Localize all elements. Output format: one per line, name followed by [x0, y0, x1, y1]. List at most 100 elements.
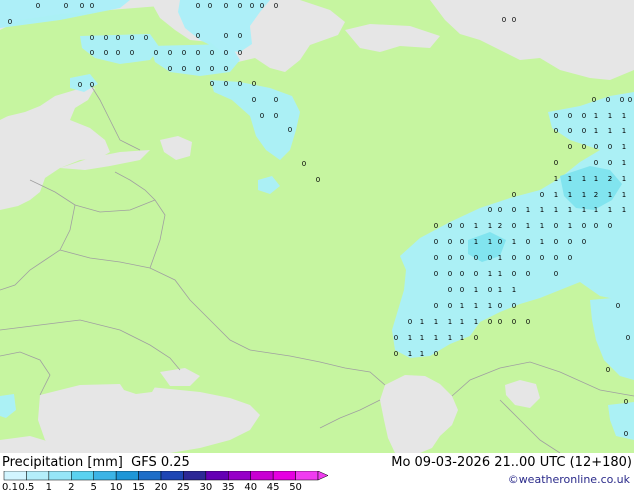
svg-text:1: 1	[474, 222, 478, 230]
svg-text:0: 0	[554, 127, 558, 135]
legend-tick-label: 2	[68, 482, 75, 493]
svg-text:0: 0	[130, 49, 134, 57]
credit-link[interactable]: ©weatheronline.co.uk	[508, 473, 630, 486]
svg-text:1: 1	[582, 191, 586, 199]
svg-text:1: 1	[448, 318, 452, 326]
svg-text:0: 0	[526, 318, 530, 326]
svg-text:1: 1	[420, 318, 424, 326]
svg-text:1: 1	[540, 238, 544, 246]
svg-text:0: 0	[196, 32, 200, 40]
svg-text:0: 0	[36, 2, 40, 10]
legend-overflow-arrow	[317, 471, 329, 481]
svg-text:0: 0	[210, 80, 214, 88]
svg-text:0: 0	[512, 302, 516, 310]
svg-text:0: 0	[594, 143, 598, 151]
map-footer: Precipitation [mm] GFS 0.25 Mo 09-03-202…	[0, 453, 634, 493]
svg-text:0: 0	[252, 80, 256, 88]
svg-text:0: 0	[394, 350, 398, 358]
svg-text:1: 1	[594, 127, 598, 135]
svg-text:0: 0	[592, 96, 596, 104]
svg-text:0: 0	[554, 254, 558, 262]
legend-swatch	[26, 471, 50, 481]
svg-text:0: 0	[144, 34, 148, 42]
svg-text:0: 0	[130, 34, 134, 42]
svg-text:0: 0	[512, 16, 516, 24]
svg-text:0: 0	[196, 65, 200, 73]
svg-text:1: 1	[622, 112, 626, 120]
svg-text:1: 1	[408, 334, 412, 342]
valid-time: Mo 09-03-2026 21..00 UTC (12+180)	[391, 455, 632, 470]
svg-text:0: 0	[224, 65, 228, 73]
svg-text:1: 1	[622, 206, 626, 214]
svg-text:0: 0	[460, 238, 464, 246]
svg-text:0: 0	[512, 254, 516, 262]
svg-text:0: 0	[196, 49, 200, 57]
svg-text:0: 0	[460, 254, 464, 262]
legend-swatch	[272, 471, 296, 481]
svg-text:0: 0	[498, 206, 502, 214]
svg-text:0: 0	[168, 49, 172, 57]
svg-text:0: 0	[210, 49, 214, 57]
svg-text:1: 1	[420, 334, 424, 342]
svg-text:0: 0	[626, 334, 630, 342]
map-title: Precipitation [mm] GFS 0.25	[2, 455, 190, 470]
svg-text:0: 0	[64, 2, 68, 10]
legend-swatch	[93, 471, 117, 481]
svg-text:1: 1	[488, 302, 492, 310]
svg-text:0: 0	[620, 96, 624, 104]
svg-text:0: 0	[448, 254, 452, 262]
svg-text:0: 0	[606, 96, 610, 104]
svg-text:1: 1	[540, 206, 544, 214]
svg-text:0: 0	[526, 238, 530, 246]
svg-text:1: 1	[488, 238, 492, 246]
svg-text:0: 0	[568, 143, 572, 151]
svg-text:1: 1	[512, 238, 516, 246]
svg-text:0: 0	[434, 302, 438, 310]
svg-text:0: 0	[512, 318, 516, 326]
svg-text:1: 1	[568, 206, 572, 214]
svg-text:1: 1	[434, 334, 438, 342]
svg-text:0: 0	[474, 270, 478, 278]
legend-swatch	[295, 471, 319, 481]
svg-text:0: 0	[608, 159, 612, 167]
map-canvas: 0 0 0 0 0 0 0 0 0 0 0 0 0 0 0 0 0 0 0 0 0 0 0 0 0 0 0 0 0 0 0 0 0…	[0, 0, 634, 453]
legend-tick-label: 30	[199, 482, 213, 493]
svg-text:1: 1	[488, 270, 492, 278]
svg-text:0: 0	[316, 176, 320, 184]
svg-text:0: 0	[554, 112, 558, 120]
legend-tick-label: 20	[154, 482, 168, 493]
svg-text:1: 1	[408, 350, 412, 358]
svg-text:0: 0	[302, 160, 306, 168]
svg-text:1: 1	[474, 318, 478, 326]
svg-text:1: 1	[498, 286, 502, 294]
legend-tick-label: 50	[289, 482, 302, 493]
svg-text:0: 0	[196, 2, 200, 10]
svg-text:0: 0	[224, 32, 228, 40]
svg-text:1: 1	[594, 112, 598, 120]
precip-color-legend	[3, 471, 329, 481]
svg-text:1: 1	[568, 222, 572, 230]
svg-text:1: 1	[568, 191, 572, 199]
legend-swatch	[205, 471, 229, 481]
legend-tick-label: 10	[109, 482, 123, 493]
svg-text:0: 0	[448, 222, 452, 230]
svg-text:0: 0	[512, 222, 516, 230]
svg-text:2: 2	[498, 222, 502, 230]
svg-text:0: 0	[594, 159, 598, 167]
svg-text:0: 0	[224, 49, 228, 57]
legend-swatch	[228, 471, 251, 481]
svg-text:0: 0	[168, 65, 172, 73]
svg-text:0: 0	[540, 254, 544, 262]
svg-text:1: 1	[540, 222, 544, 230]
svg-text:0: 0	[434, 254, 438, 262]
svg-text:0: 0	[606, 366, 610, 374]
legend-tick-label: 35	[221, 482, 235, 493]
svg-text:0: 0	[554, 222, 558, 230]
svg-text:1: 1	[622, 127, 626, 135]
legend-swatch	[48, 471, 72, 481]
svg-text:0: 0	[90, 2, 94, 10]
svg-text:0: 0	[274, 2, 278, 10]
legend-tick-label: 1	[45, 482, 53, 493]
svg-text:1: 1	[460, 302, 464, 310]
svg-text:0: 0	[608, 222, 612, 230]
